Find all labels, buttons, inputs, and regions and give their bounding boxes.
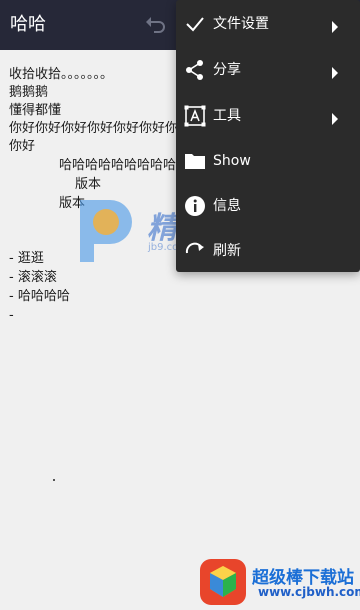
editor-line: 鹅鹅鹅 bbox=[9, 85, 49, 100]
info-icon bbox=[184, 195, 206, 217]
undo-icon[interactable] bbox=[142, 13, 168, 37]
refresh-icon bbox=[184, 240, 206, 262]
submenu-arrow-icon bbox=[331, 64, 339, 79]
editor-line: 哈哈哈哈哈哈哈哈哈哈 bbox=[59, 158, 190, 173]
menu-item-label: 工具 bbox=[213, 108, 241, 124]
submenu-arrow-icon bbox=[331, 110, 339, 125]
editor-line: - bbox=[9, 308, 14, 323]
editor-line: 收拾收拾。。。。。。。 bbox=[9, 67, 114, 82]
menu-item-label: 刷新 bbox=[213, 243, 241, 259]
folder-icon bbox=[184, 150, 206, 172]
share-icon bbox=[184, 59, 206, 81]
menu-item-show[interactable]: Show bbox=[176, 138, 360, 184]
editor-line: 你好 bbox=[9, 139, 36, 154]
stray-dot bbox=[53, 479, 55, 481]
editor-line: 懂得都懂 bbox=[9, 103, 62, 118]
check-icon bbox=[184, 13, 206, 35]
menu-item-label: 分享 bbox=[213, 62, 241, 78]
editor-line: 版本 bbox=[75, 177, 102, 192]
menu-item-info[interactable]: 信息 bbox=[176, 183, 360, 229]
menu-item-label: Show bbox=[213, 153, 251, 169]
menu-item-tools[interactable]: 工具 bbox=[176, 93, 360, 139]
tools-icon bbox=[184, 105, 206, 127]
editor-line: 版本 bbox=[59, 196, 86, 211]
menu-item-file-settings[interactable]: 文件设置 bbox=[176, 1, 360, 47]
editor-line: - 逛逛 bbox=[9, 251, 44, 266]
menu-item-share[interactable]: 分享 bbox=[176, 47, 360, 93]
document-title: 哈哈 bbox=[10, 14, 46, 35]
menu-item-label: 文件设置 bbox=[213, 16, 269, 32]
editor-line: 你好你好你好你好你好你好你好 bbox=[9, 121, 192, 136]
editor-line: - 滚滚滚 bbox=[9, 270, 57, 285]
editor-line: - 哈哈哈哈 bbox=[9, 289, 70, 304]
menu-item-refresh[interactable]: 刷新 bbox=[176, 228, 360, 274]
overflow-menu: 文件设置 分享 工具 Show 信息 刷新 bbox=[176, 0, 360, 272]
submenu-arrow-icon bbox=[331, 18, 339, 33]
menu-item-label: 信息 bbox=[213, 198, 241, 214]
